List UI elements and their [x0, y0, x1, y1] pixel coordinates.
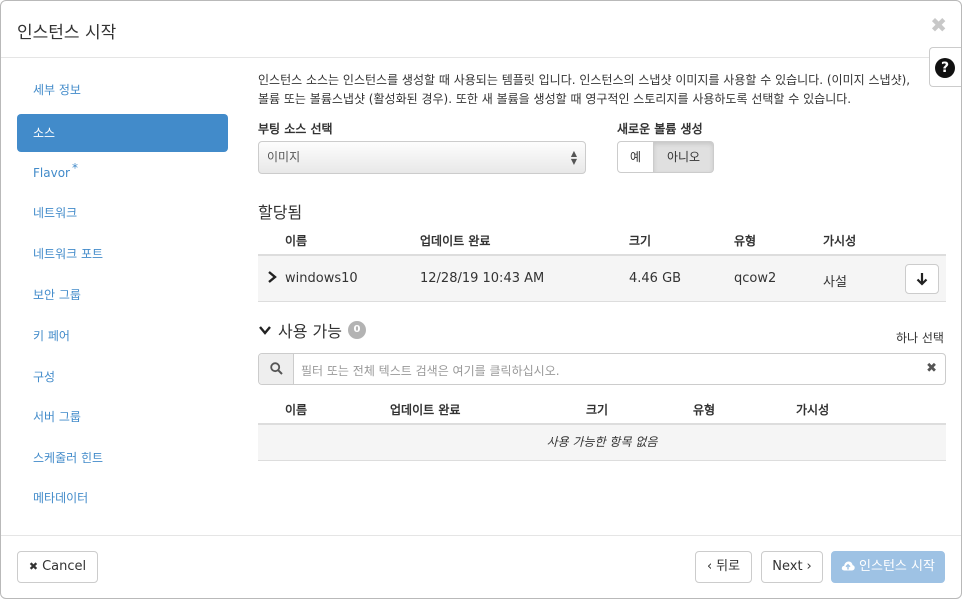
- sidebar-item-metadata[interactable]: 메타데이터: [17, 479, 228, 517]
- row-visibility: 사설: [823, 275, 847, 290]
- sidebar-item-label: 서버 그룹: [33, 410, 81, 424]
- sidebar-item-label: 네트워크: [33, 206, 78, 220]
- sidebar-item-label: 보안 그룹: [33, 288, 81, 302]
- clear-search-icon[interactable]: ✖: [926, 361, 937, 376]
- source-step-content: 인스턴스 소스는 인스턴스를 생성할 때 사용되는 템플릿 입니다. 인스턴스의…: [258, 71, 948, 461]
- back-label: 뒤로: [716, 559, 741, 574]
- allocated-title: 할당됨: [258, 203, 303, 222]
- row-updated: 12/28/19 10:43 AM: [420, 271, 545, 286]
- modal-title: 인스턴스 시작: [17, 23, 117, 43]
- sidebar-item-label: 네트워크 포트: [33, 247, 104, 261]
- chevron-down-icon: [259, 326, 271, 335]
- sidebar-item-network-ports[interactable]: 네트워크 포트: [17, 235, 228, 273]
- cancel-button[interactable]: ✖ Cancel: [17, 551, 98, 583]
- column-header-size: 크기: [586, 403, 609, 417]
- sidebar-item-key-pair[interactable]: 키 페어: [17, 317, 228, 355]
- chevron-right-icon[interactable]: [265, 270, 279, 284]
- search-icon: [270, 362, 283, 375]
- description-line: 볼륨 또는 볼륨스냅샷 (활성화된 경우). 또한 새 볼륨을 생성할 때 영구…: [258, 92, 852, 106]
- sidebar-item-label: 스케줄러 힌트: [33, 451, 104, 465]
- search-bar[interactable]: 필터 또는 전체 텍스트 검색은 여기를 클릭하십시오. ✖: [258, 353, 946, 385]
- chevron-left-icon: ‹: [706, 559, 713, 574]
- column-header-visibility: 가시성: [823, 234, 857, 248]
- allocated-table-header: 이름 업데이트 완료 크기 유형 가시성: [258, 224, 946, 256]
- column-header-name: 이름: [285, 234, 308, 248]
- sidebar-item-networks[interactable]: 네트워크: [17, 194, 228, 232]
- chevron-right-icon: ›: [806, 559, 812, 574]
- sidebar-item-configuration[interactable]: 구성: [17, 358, 228, 396]
- sidebar-item-details[interactable]: 세부 정보: [17, 71, 228, 109]
- row-size: 4.46 GB: [629, 271, 682, 286]
- column-header-updated: 업데이트 완료: [390, 403, 461, 417]
- new-volume-no-button[interactable]: 아니오: [654, 141, 714, 173]
- description-line: 인스턴스 소스는 인스턴스를 생성할 때 사용되는 템플릿 입니다. 인스턴스의…: [258, 73, 911, 87]
- new-volume-label: 새로운 볼륨 생성: [617, 122, 703, 136]
- available-title[interactable]: 사용 가능 0: [258, 320, 366, 341]
- column-header-visibility: 가시성: [796, 403, 830, 417]
- sidebar-item-label: 메타데이터: [33, 491, 89, 505]
- next-button[interactable]: Next ›: [761, 551, 823, 583]
- source-description: 인스턴스 소스는 인스턴스를 생성할 때 사용되는 템플릿 입니다. 인스턴스의…: [258, 71, 948, 109]
- sidebar-item-label: 소스: [33, 126, 56, 140]
- next-label: Next: [772, 559, 803, 574]
- column-header-type: 유형: [734, 234, 757, 248]
- arrow-down-icon: [916, 273, 928, 286]
- boot-source-value: 이미지: [267, 150, 301, 164]
- cloud-upload-icon: [841, 561, 855, 571]
- column-header-type: 유형: [693, 403, 716, 417]
- column-header-name: 이름: [285, 403, 308, 417]
- sidebar-item-label: Flavor: [33, 166, 70, 180]
- available-title-text: 사용 가능: [278, 322, 342, 341]
- deallocate-button[interactable]: [905, 264, 939, 294]
- boot-source-select[interactable]: 이미지 ▲ ▼: [258, 141, 586, 174]
- sidebar-item-scheduler-hints[interactable]: 스케줄러 힌트: [17, 439, 228, 477]
- sidebar-item-label: 세부 정보: [33, 83, 81, 97]
- launch-instance-button[interactable]: 인스턴스 시작: [831, 551, 945, 583]
- search-addon: [259, 354, 294, 384]
- close-icon: ✖: [28, 560, 39, 573]
- sidebar-item-flavor[interactable]: Flavor *: [17, 154, 228, 192]
- sidebar-item-security-groups[interactable]: 보안 그룹: [17, 276, 228, 314]
- select-arrows-icon: ▲ ▼: [570, 149, 577, 166]
- back-button[interactable]: ‹ 뒤로: [695, 551, 752, 583]
- new-volume-toggle: 예 아니오: [617, 141, 714, 173]
- column-header-updated: 업데이트 완료: [420, 234, 491, 248]
- cancel-label: Cancel: [42, 559, 87, 574]
- close-icon[interactable]: ✖: [930, 15, 947, 35]
- table-row: windows10 12/28/19 10:43 AM 4.46 GB qcow…: [258, 256, 946, 302]
- sidebar-item-label: 키 페어: [33, 329, 70, 343]
- launch-label: 인스턴스 시작: [859, 559, 935, 574]
- modal-footer: ✖ Cancel ‹ 뒤로 Next › 인스턴스 시작: [1, 535, 961, 598]
- column-header-size: 크기: [629, 234, 652, 248]
- row-name: windows10: [285, 271, 358, 286]
- empty-table-message: 사용 가능한 항목 없음: [258, 425, 946, 461]
- required-asterisk: *: [71, 161, 78, 175]
- available-table-header: 이름 업데이트 완료 크기 유형 가시성: [258, 393, 946, 425]
- row-type: qcow2: [734, 271, 777, 286]
- available-count-badge: 0: [347, 321, 366, 339]
- search-input[interactable]: 필터 또는 전체 텍스트 검색은 여기를 클릭하십시오.: [301, 362, 560, 379]
- sidebar-item-label: 구성: [33, 370, 56, 384]
- launch-instance-modal: 인스턴스 시작 ✖ ? 세부 정보 소스 Flavor * 네트워크 네트워크 포…: [0, 0, 962, 599]
- select-one-hint: 하나 선택: [896, 331, 944, 345]
- new-volume-yes-button[interactable]: 예: [617, 141, 654, 173]
- boot-source-label: 부팅 소스 선택: [258, 122, 333, 136]
- modal-header: 인스턴스 시작 ✖: [1, 1, 961, 58]
- sidebar-item-server-groups[interactable]: 서버 그룹: [17, 398, 228, 436]
- sidebar-item-source[interactable]: 소스: [17, 114, 228, 152]
